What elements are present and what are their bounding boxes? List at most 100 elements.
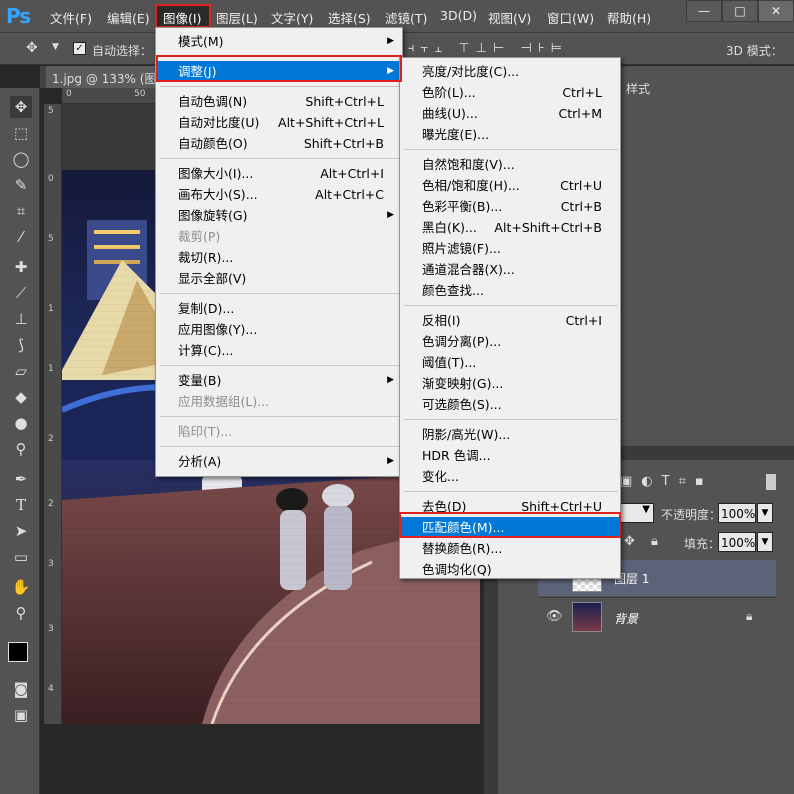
adjust-menu-item[interactable]: 颜色查找... bbox=[400, 280, 620, 301]
filter-toggle[interactable] bbox=[766, 474, 776, 490]
adjust-menu-item[interactable]: 可选颜色(S)... bbox=[400, 394, 620, 415]
adjust-menu-item[interactable]: 色彩平衡(B)... Ctrl+B bbox=[400, 196, 620, 217]
image-menu-item[interactable]: 裁切(R)... bbox=[156, 247, 402, 268]
fill-input[interactable]: 100% bbox=[718, 532, 756, 552]
adjust-menu-item[interactable]: 自然饱和度(V)... bbox=[400, 154, 620, 175]
image-menu-item[interactable]: 变量(B) ▶ bbox=[156, 370, 402, 391]
adjust-menu-item[interactable]: 替换颜色(R)... bbox=[400, 538, 620, 559]
menu-filter[interactable]: 滤镜(T) bbox=[385, 8, 427, 27]
menu-item-label: 颜色查找... bbox=[422, 283, 484, 298]
healing-brush-icon[interactable]: ✚ bbox=[10, 256, 32, 278]
blend-mode-select[interactable]: ▼ bbox=[620, 503, 654, 523]
menu-select[interactable]: 选择(S) bbox=[328, 8, 371, 27]
adjust-menu-item[interactable]: 曝光度(E)... bbox=[400, 124, 620, 145]
move-icon[interactable]: ✥ bbox=[10, 96, 32, 118]
eyedropper-icon[interactable]: ⁄ bbox=[10, 226, 32, 248]
menu-view[interactable]: 视图(V) bbox=[488, 8, 531, 27]
adjust-menu-item[interactable]: 阴影/高光(W)... bbox=[400, 424, 620, 445]
adjust-menu-item[interactable]: 色阶(L)... Ctrl+L bbox=[400, 82, 620, 103]
hand-icon[interactable]: ✋ bbox=[10, 576, 32, 598]
paint-bucket-icon[interactable]: ◆ bbox=[10, 386, 32, 408]
quick-select-icon[interactable]: ✎ bbox=[10, 174, 32, 196]
image-menu-item[interactable]: 自动色调(N) Shift+Ctrl+L bbox=[156, 91, 402, 112]
foreground-color-swatch[interactable] bbox=[8, 642, 28, 662]
image-menu-item[interactable]: 画布大小(S)... Alt+Ctrl+C bbox=[156, 184, 402, 205]
adjust-menu-item[interactable]: 通道混合器(X)... bbox=[400, 259, 620, 280]
image-menu-item[interactable]: 自动颜色(O) Shift+Ctrl+B bbox=[156, 133, 402, 154]
adjust-menu-item[interactable]: 色调分离(P)... bbox=[400, 331, 620, 352]
image-menu-item[interactable]: 应用图像(Y)... bbox=[156, 319, 402, 340]
history-brush-icon[interactable]: ⟆ bbox=[10, 334, 32, 356]
lock-icon: 🔒︎ bbox=[746, 609, 753, 623]
crop-icon[interactable]: ⌗ bbox=[10, 200, 32, 222]
menu-item-label: 自动颜色(O) bbox=[178, 136, 248, 151]
image-menu-item[interactable]: 分析(A) ▶ bbox=[156, 451, 402, 472]
lock-icons[interactable]: ✥ 🔒︎ bbox=[624, 534, 664, 549]
image-menu-item[interactable]: 复制(D)... bbox=[156, 298, 402, 319]
adjust-menu-item[interactable]: 色相/饱和度(H)... Ctrl+U bbox=[400, 175, 620, 196]
marquee-icon[interactable]: ⬚ bbox=[10, 122, 32, 144]
clone-stamp-icon[interactable]: ⊥ bbox=[10, 308, 32, 330]
menu-type[interactable]: 文字(Y) bbox=[271, 8, 313, 27]
toolbox: ✥ ⬚ ◯ ✎ ⌗ ⁄ ✚ ⟋ ⊥ ⟆ ▱ ◆ ● ⚲ ✒ T ➤ ▭ ✋ ⚲ … bbox=[0, 88, 40, 794]
menu-edit[interactable]: 编辑(E) bbox=[107, 8, 150, 27]
adjust-menu-item[interactable]: 反相(I) Ctrl+I bbox=[400, 310, 620, 331]
menu-separator bbox=[160, 446, 400, 447]
tool-preset-chevron-icon[interactable]: ▼ bbox=[52, 42, 59, 52]
fill-dropdown-icon[interactable]: ▼ bbox=[757, 532, 773, 552]
ruler-v-label: 2 bbox=[48, 434, 54, 444]
shape-icon[interactable]: ▭ bbox=[10, 546, 32, 568]
opacity-dropdown-icon[interactable]: ▼ bbox=[757, 503, 773, 523]
image-menu-item[interactable]: 计算(C)... bbox=[156, 340, 402, 361]
auto-select-checkbox[interactable]: ✓ bbox=[73, 42, 86, 55]
close-button[interactable]: ✕ bbox=[758, 0, 794, 22]
image-menu-item[interactable]: 图像旋转(G) ▶ bbox=[156, 205, 402, 226]
layers-list-empty bbox=[538, 636, 776, 794]
zoom-icon[interactable]: ⚲ bbox=[10, 602, 32, 624]
screen-mode-icon[interactable]: ▣ bbox=[10, 704, 32, 726]
pen-icon[interactable]: ✒ bbox=[10, 468, 32, 490]
menu-item-label: 阈值(T)... bbox=[422, 355, 477, 370]
adjust-menu-item[interactable]: 黑白(K)... Alt+Shift+Ctrl+B bbox=[400, 217, 620, 238]
path-select-icon[interactable]: ➤ bbox=[10, 520, 32, 542]
submenu-arrow-icon: ▶ bbox=[387, 456, 394, 466]
image-menu-item[interactable]: 自动对比度(U) Alt+Shift+Ctrl+L bbox=[156, 112, 402, 133]
layer-filter-icons[interactable]: ▣◐T⌗▪ bbox=[620, 474, 713, 489]
adjust-menu-item[interactable]: 曲线(U)... Ctrl+M bbox=[400, 103, 620, 124]
layer-row-background[interactable]: 👁︎ 背景 🔒︎ bbox=[538, 597, 776, 635]
image-menu-item[interactable]: 模式(M) ▶ bbox=[156, 31, 402, 52]
menu-layer[interactable]: 图层(L) bbox=[216, 8, 258, 27]
brush-icon[interactable]: ⟋ bbox=[10, 282, 32, 304]
image-menu-item[interactable]: 图像大小(I)... Alt+Ctrl+I bbox=[156, 163, 402, 184]
adjust-menu-item[interactable]: 渐变映射(G)... bbox=[400, 373, 620, 394]
menu-item-label: 模式(M) bbox=[178, 34, 224, 49]
adjust-menu-item[interactable]: 色调均化(Q) bbox=[400, 559, 620, 580]
visibility-eye-icon[interactable]: 👁︎ bbox=[546, 609, 563, 624]
menu-file[interactable]: 文件(F) bbox=[50, 8, 92, 27]
styles-tab[interactable]: 样式 bbox=[620, 78, 680, 98]
dodge-icon[interactable]: ⚲ bbox=[10, 438, 32, 460]
adjust-menu-item[interactable]: 亮度/对比度(C)... bbox=[400, 61, 620, 82]
adjust-menu-item[interactable]: HDR 色调... bbox=[400, 445, 620, 466]
image-menu-item[interactable]: 显示全部(V) bbox=[156, 268, 402, 289]
quick-mask-icon[interactable]: ◙ bbox=[10, 678, 32, 700]
lasso-icon[interactable]: ◯ bbox=[10, 148, 32, 170]
blur-icon[interactable]: ● bbox=[10, 412, 32, 434]
menu-item-label: 可选颜色(S)... bbox=[422, 397, 502, 412]
adjust-menu-item[interactable]: 变化... bbox=[400, 466, 620, 487]
menu-window[interactable]: 窗口(W) bbox=[547, 8, 594, 27]
ruler-v-label: 1 bbox=[48, 364, 54, 374]
menu-help[interactable]: 帮助(H) bbox=[607, 8, 651, 27]
maximize-button[interactable]: □ bbox=[722, 0, 758, 22]
align-icons[interactable]: ⫞⫟⫠ ⊤⊥⊢ ⊣⊦⊨ bbox=[408, 41, 568, 56]
move-tool-icon[interactable]: ✥ bbox=[26, 40, 38, 56]
opacity-input[interactable]: 100% bbox=[718, 503, 756, 523]
type-icon[interactable]: T bbox=[10, 494, 32, 516]
background-layer-name[interactable]: 背景 bbox=[614, 610, 638, 627]
adjust-menu-item[interactable]: 阈值(T)... bbox=[400, 352, 620, 373]
minimize-button[interactable]: — bbox=[686, 0, 722, 22]
eraser-icon[interactable]: ▱ bbox=[10, 360, 32, 382]
adjust-menu-item[interactable]: 照片滤镜(F)... bbox=[400, 238, 620, 259]
menu-3d[interactable]: 3D(D) bbox=[440, 8, 477, 23]
menu-image[interactable]: 图像(I) bbox=[163, 8, 201, 27]
